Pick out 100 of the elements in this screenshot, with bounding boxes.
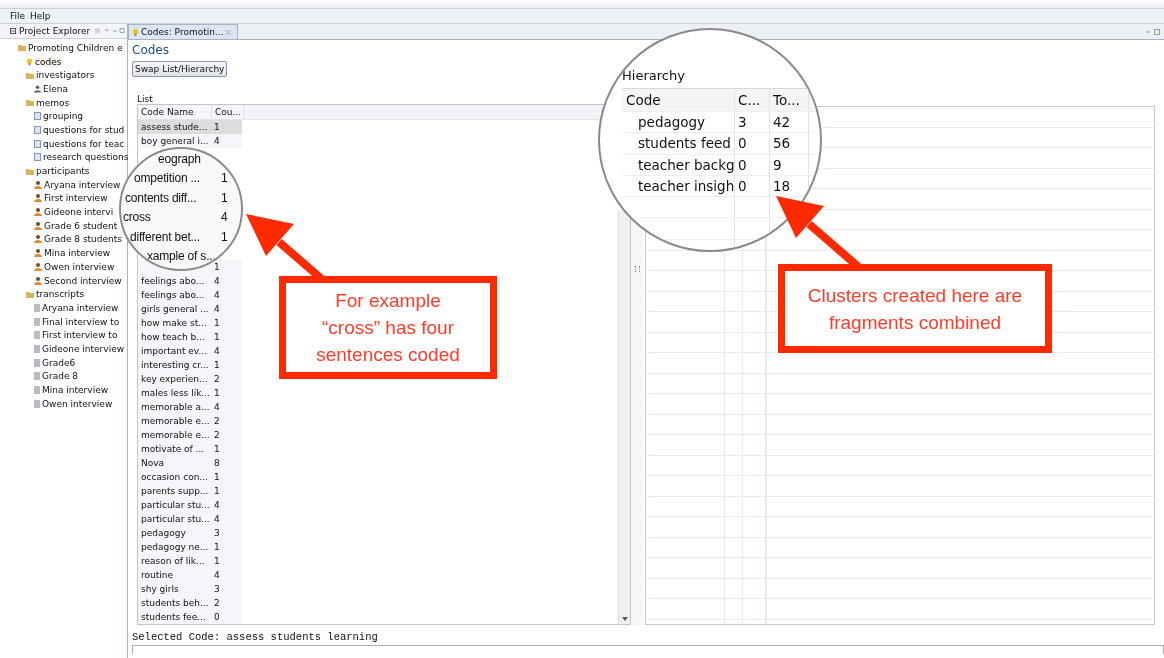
people-icon	[34, 208, 42, 217]
tree-item[interactable]: Elena	[34, 82, 68, 96]
tree-item[interactable]: Aryana interview	[34, 177, 121, 192]
view-controls-icon[interactable]	[95, 28, 126, 34]
code-name: shy girls	[141, 584, 179, 594]
tree-item[interactable]: Grade 6 student	[34, 218, 118, 233]
tree-item[interactable]: Mina interview	[34, 383, 109, 397]
code-name: cross	[122, 210, 152, 225]
code-name: interesting cr...	[141, 360, 209, 370]
code-count: 1	[221, 171, 229, 186]
view-title: Project Explorer	[19, 26, 91, 36]
code-count: 1	[214, 542, 220, 552]
code-name: how make st...	[141, 318, 207, 328]
tree-item[interactable]: transcripts	[26, 287, 85, 302]
column-header[interactable]: C...	[735, 89, 770, 111]
tree-item[interactable]: Owen interview	[34, 396, 113, 411]
code-count: 1	[214, 556, 220, 566]
scrollbar[interactable]	[618, 211, 630, 624]
tree-item[interactable]: Grade 8	[34, 369, 79, 384]
code-count: 2	[214, 374, 220, 384]
code-count: 1	[214, 318, 220, 328]
code-name: males less lik...	[141, 388, 210, 398]
tree-item[interactable]: participants	[26, 164, 90, 178]
people-icon	[34, 235, 42, 244]
tree-item[interactable]: Gideone intervi	[34, 205, 114, 219]
code-name: memorable e...	[141, 430, 210, 440]
code-count: 4	[214, 500, 220, 510]
tree-item[interactable]: memos	[26, 95, 70, 110]
code-count: 8	[214, 458, 220, 468]
tree-item[interactable]: Aryana interview	[34, 301, 119, 315]
people-icon	[34, 180, 42, 189]
column-header[interactable]: Code	[622, 89, 735, 111]
tree-item[interactable]: Owen interview	[34, 260, 115, 274]
close-icon[interactable]	[225, 29, 231, 35]
code-name: boy general i...	[141, 136, 209, 146]
person-icon	[34, 84, 41, 93]
tree-item[interactable]: Mina interview	[34, 246, 111, 260]
people-icon	[34, 249, 42, 258]
bulb-icon	[132, 28, 139, 36]
tree-item[interactable]: Second interview	[34, 273, 122, 288]
tree-item[interactable]: Grade 8 students	[34, 232, 122, 247]
code-count: 0	[738, 135, 747, 152]
code-count: 2	[214, 430, 220, 440]
code-count: 1	[214, 388, 220, 398]
tree-item[interactable]: Grade6	[34, 355, 76, 370]
tree-item[interactable]: questions for teac	[34, 136, 125, 151]
swap-button[interactable]: Swap List/Hierarchy	[132, 61, 228, 77]
code-name: students fee...	[141, 612, 206, 622]
code-name: motivate of ...	[141, 444, 205, 454]
code-name: important ev...	[141, 346, 208, 356]
text-field[interactable]	[132, 645, 1164, 654]
code-count: 3	[214, 528, 220, 538]
code-count: 3	[214, 584, 220, 594]
editor-tab[interactable]: Codes: Promotin...	[128, 24, 238, 39]
code-name: teacher insigh	[637, 178, 734, 195]
code-name: memorable a...	[141, 402, 210, 412]
hierarchy-label: Hierarchy	[622, 68, 686, 85]
tree-item[interactable]: grouping	[34, 109, 84, 124]
tree-item[interactable]: investigators	[26, 68, 95, 83]
menu-item[interactable]: Help	[30, 11, 51, 21]
code-name: girls general ...	[141, 304, 209, 314]
code-name: Nova	[141, 458, 165, 468]
column-header[interactable]: Code Name	[138, 105, 212, 119]
tree-item[interactable]: research questions	[34, 150, 129, 165]
code-name: reason of lik...	[141, 556, 205, 566]
code-name: particular stu...	[141, 500, 210, 510]
tree-item[interactable]: Final interview to	[34, 314, 120, 329]
code-name: parents supp...	[141, 486, 209, 496]
code-name: students feed	[637, 135, 731, 152]
people-icon	[34, 276, 42, 285]
code-count: 0	[738, 156, 747, 173]
code-name: how teach b...	[141, 332, 205, 342]
tree-item[interactable]: questions for stud	[34, 123, 125, 137]
code-name: pedagogy	[141, 528, 186, 538]
tree-item[interactable]: First interview	[34, 191, 108, 206]
code-count: 1	[221, 229, 229, 244]
column-header[interactable]: To...	[770, 89, 809, 111]
folder-icon	[26, 71, 34, 79]
collapse-icon[interactable]	[10, 28, 16, 34]
code-total: 42	[773, 114, 791, 131]
menu-item[interactable]: File	[10, 11, 26, 21]
people-icon	[34, 194, 42, 203]
splitter-handle[interactable]	[631, 218, 643, 625]
code-count: 1	[214, 486, 220, 496]
tree-item[interactable]: First interview to	[34, 328, 118, 343]
column-header[interactable]: Cou...	[212, 105, 244, 119]
table-row[interactable]: assess stude... 1	[138, 120, 242, 134]
tree-item[interactable]: Promoting Children e	[18, 41, 123, 55]
code-name: ompetition ...	[133, 171, 201, 186]
minimize-maximize-icon[interactable]	[1146, 28, 1160, 35]
folder-icon	[26, 290, 34, 298]
people-icon	[34, 262, 42, 271]
code-total: 56	[773, 135, 791, 152]
folder-icon	[26, 167, 34, 175]
code-name: occasion con...	[141, 472, 208, 482]
code-count: 0	[738, 178, 747, 195]
code-count: 1	[214, 122, 220, 132]
scroll-down-icon[interactable]	[621, 617, 628, 621]
code-name: key experien...	[141, 374, 208, 384]
tree-item[interactable]: Gideone interview	[34, 342, 125, 356]
